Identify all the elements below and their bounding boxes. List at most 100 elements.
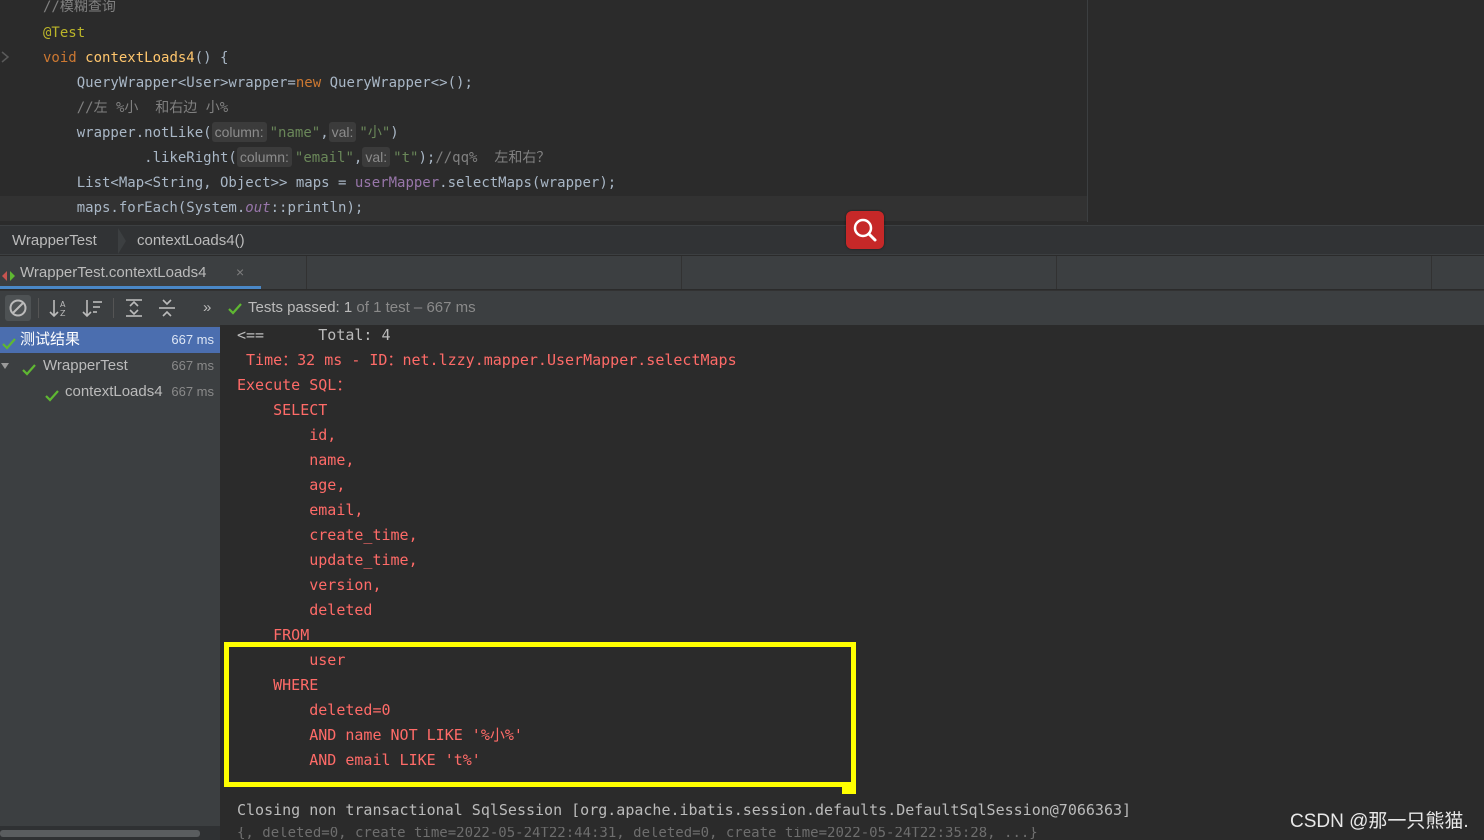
code-token: QueryWrapper<>(); <box>329 75 473 91</box>
run-tab[interactable]: WrapperTest.contextLoads4 × <box>0 256 261 289</box>
code-token: .selectMaps(wrapper); <box>439 175 617 191</box>
more-actions-icon[interactable]: » <box>203 291 211 325</box>
breadcrumb-class[interactable]: WrapperTest <box>12 226 97 256</box>
show-passed-toggle[interactable] <box>5 295 31 321</box>
tree-item-label: WrapperTest <box>43 357 128 374</box>
console-line: deleted <box>237 601 373 619</box>
console-line: Execute SQL： <box>237 376 352 394</box>
tab-divider <box>681 256 682 289</box>
tab-divider <box>1056 256 1057 289</box>
check-icon <box>228 301 242 320</box>
search-icon <box>853 218 877 242</box>
breadcrumb: WrapperTest contextLoads4() <box>0 225 1484 255</box>
code-token: , <box>320 125 329 141</box>
code-line[interactable]: void contextLoads4() { <box>43 46 228 71</box>
code-token: QueryWrapper<User>wrapper= <box>43 75 296 91</box>
code-token: ); <box>418 150 436 166</box>
code-token: () { <box>194 50 229 66</box>
run-tab-label: WrapperTest.contextLoads4 <box>20 264 207 281</box>
run-tab-bar: WrapperTest.contextLoads4 × <box>0 256 1484 289</box>
code-token: .likeRight( <box>43 150 237 166</box>
toolbar-separator <box>113 298 114 318</box>
code-token: "email" <box>294 150 354 166</box>
collapse-all-icon <box>159 299 175 317</box>
console-line: <== Total: 4 <box>237 326 391 344</box>
expand-all-icon <box>126 299 142 317</box>
sort-alpha-icon: A Z <box>49 300 66 318</box>
code-token: @Test <box>43 25 86 41</box>
cancel-filter-icon <box>9 299 27 317</box>
code-token: void <box>43 50 86 66</box>
watermark: CSDN @那一只熊猫. <box>1290 811 1469 832</box>
console-line: update_time, <box>237 551 418 569</box>
tree-item-time: 667 ms <box>171 384 214 399</box>
code-line[interactable]: //左 %小 和右边 小% <box>43 96 228 121</box>
test-status: Tests passed: 1 of 1 test – 667 ms <box>248 291 476 325</box>
console-line: Closing non transactional SqlSession [or… <box>237 801 1132 819</box>
collapse-all-button[interactable] <box>154 295 180 321</box>
tree-item-class[interactable]: WrapperTest 667 ms <box>0 353 220 379</box>
code-token: contextLoads4 <box>85 50 195 66</box>
code-token: maps.forEach(System. <box>43 200 246 216</box>
scrollbar-thumb[interactable] <box>0 830 200 837</box>
code-token: , <box>353 150 363 166</box>
close-icon[interactable]: × <box>236 256 244 289</box>
status-prefix: Tests passed: <box>248 299 344 316</box>
test-toolbar: A Z » Tests passed: 1 of 1 test – 667 ms <box>0 290 1484 325</box>
console-partial-line: {, deleted=0, create_time=2022-05-24T22:… <box>237 827 1038 840</box>
console-line: id, <box>237 426 337 444</box>
code-token: "t" <box>393 150 419 166</box>
highlight-box <box>224 642 856 787</box>
search-button[interactable] <box>846 211 884 249</box>
tree-item-root[interactable]: 测试结果 667 ms <box>0 327 220 353</box>
tab-divider <box>306 256 307 289</box>
svg-text:A: A <box>60 300 66 309</box>
tree-item-time: 667 ms <box>171 332 214 347</box>
code-line[interactable]: QueryWrapper<User>wrapper=new QueryWrapp… <box>43 71 473 96</box>
parameter-hint: column: <box>236 147 292 167</box>
highlight-box-notch <box>842 784 856 794</box>
code-line[interactable]: @Test <box>43 21 85 46</box>
breadcrumb-method[interactable]: contextLoads4() <box>137 226 245 256</box>
code-token: //qq% 左和右？ <box>435 150 551 166</box>
check-icon <box>45 385 59 411</box>
code-token: "name" <box>269 125 321 141</box>
code-line[interactable]: List<Map<String, Object>> maps = userMap… <box>43 171 616 196</box>
code-line[interactable]: .likeRight(column: "email", val: "t");//qq%… <box>43 146 550 171</box>
code-editor[interactable]: //模糊查询 @Test void contextLoads4() { QueryW… <box>0 0 1484 222</box>
sort-alphabetically-button[interactable]: A Z <box>47 295 73 321</box>
fold-icon[interactable] <box>0 50 12 67</box>
tree-item-label: contextLoads4 <box>65 383 163 400</box>
code-token: out <box>245 200 271 216</box>
code-line[interactable]: //模糊查询 <box>43 0 116 20</box>
console-line: name, <box>237 451 355 469</box>
tab-divider <box>1431 256 1432 289</box>
code-line[interactable]: maps.forEach(System.out::println); <box>0 196 1087 221</box>
console-line: version, <box>237 576 382 594</box>
editor-gutter <box>0 0 30 222</box>
expand-all-button[interactable] <box>121 295 147 321</box>
passed-count: 1 <box>343 299 353 316</box>
code-token: "小" <box>359 125 391 141</box>
svg-text:Z: Z <box>60 309 66 318</box>
active-tab-indicator <box>0 286 261 289</box>
sort-by-duration-button[interactable] <box>80 295 106 321</box>
parameter-hint: val: <box>328 122 357 142</box>
code-token: new <box>295 75 330 91</box>
console-line: email, <box>237 501 364 519</box>
status-suffix: of 1 test – 667 ms <box>352 299 476 316</box>
code-token: wrapper.notLike( <box>43 125 212 141</box>
sort-duration-icon <box>82 300 102 318</box>
code-token: //模糊查询 <box>43 0 116 15</box>
code-token: List<Map<String, Object>> maps = <box>43 175 355 191</box>
console-line: SELECT <box>237 401 328 419</box>
code-line[interactable]: wrapper.notLike(column: "name", val: "小") <box>43 121 399 146</box>
toolbar-separator <box>38 298 39 318</box>
console-line: create_time, <box>237 526 418 544</box>
parameter-hint: column: <box>211 122 267 142</box>
tree-item-method[interactable]: contextLoads4 667 ms <box>0 379 220 405</box>
breadcrumb-separator <box>118 228 126 254</box>
tree-item-time: 667 ms <box>171 358 214 373</box>
test-results-tree: 测试结果 667 ms WrapperTest 667 ms contextLo… <box>0 325 220 840</box>
tree-horizontal-scrollbar[interactable] <box>0 826 220 840</box>
